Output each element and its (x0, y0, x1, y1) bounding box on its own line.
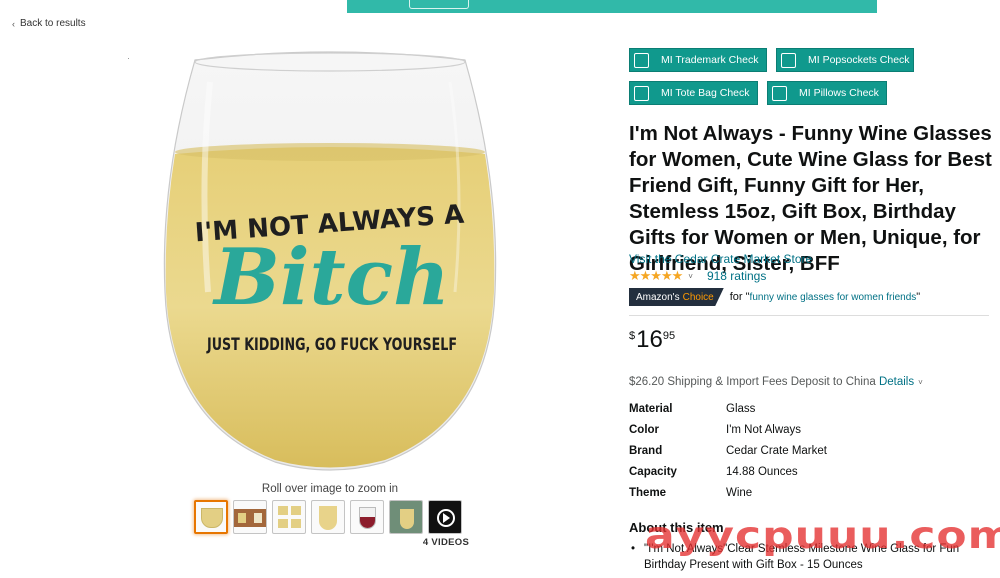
check-button-label: MI Trademark Check (661, 54, 759, 66)
shipping-info: $26.20 Shipping & Import Fees Deposit to… (629, 376, 923, 388)
glass-text-line3: JUST KIDDING, GO FUCK YOURSELF (206, 335, 457, 355)
main-product-image[interactable]: I'M NOT ALWAYS A Bitch JUST KIDDING, GO … (150, 42, 510, 482)
spec-key: Color (629, 423, 660, 436)
mi-trademark-check-button[interactable]: MI Trademark Check (629, 48, 767, 72)
mi-tote-bag-check-button[interactable]: MI Tote Bag Check (629, 81, 758, 105)
bullet-icon: • (631, 543, 636, 555)
price-fraction: 95 (662, 330, 676, 342)
spec-value: Glass (726, 402, 756, 415)
list-item: • "I'm Not Always"Clear Stemless Milesto… (629, 541, 994, 573)
mi-pillows-check-button[interactable]: MI Pillows Check (767, 81, 887, 105)
about-item-text: "I'm Not Always"Clear Stemless Milestone… (644, 543, 960, 571)
chevron-left-icon: ‹ (12, 18, 15, 29)
spec-row-theme: Theme Wine (629, 483, 827, 504)
spec-value: I'm Not Always (726, 423, 802, 436)
spec-value: Wine (726, 487, 753, 500)
amazons-choice-badge: Amazon's Choice (629, 288, 724, 306)
checkbox-icon (772, 85, 787, 101)
choice-for-prefix: for " (729, 291, 750, 303)
store-link[interactable]: Visit the Cedar Crate Market Store (629, 252, 812, 266)
thumbnail-4[interactable] (311, 500, 345, 534)
truck-icon (409, 0, 469, 9)
thumbnail-6[interactable] (389, 500, 423, 534)
shipping-text: $26.20 Shipping & Import Fees Deposit to… (629, 376, 879, 388)
checkbox-icon (781, 52, 796, 68)
chevron-down-icon[interactable]: ˅ (918, 378, 923, 387)
spec-row-color: Color I'm Not Always (629, 419, 827, 440)
videos-count-label: 4 VIDEOS (422, 537, 470, 548)
divider (629, 315, 989, 316)
spec-table: Material Glass Color I'm Not Always Brand C… (629, 398, 827, 504)
back-link-label: Back to results (20, 18, 86, 29)
choice-prefix: Amazon's (636, 291, 680, 303)
spec-row-material: Material Glass (629, 398, 827, 419)
chevron-down-icon[interactable]: ˅ (688, 272, 693, 281)
thumbnail-3[interactable] (272, 500, 306, 534)
thumbnail-5[interactable] (350, 500, 384, 534)
check-button-label: MI Popsockets Check (808, 54, 910, 66)
video-thumbnail[interactable] (428, 500, 462, 534)
spec-key: Theme (629, 487, 667, 500)
checkbox-icon (634, 85, 649, 101)
mi-popsockets-check-button[interactable]: MI Popsockets Check (776, 48, 914, 72)
spec-value: 14.88 Ounces (726, 466, 798, 479)
choice-word: Choice (682, 291, 714, 303)
spec-row-brand: Brand Cedar Crate Market (629, 440, 827, 461)
check-button-label: MI Pillows Check (799, 87, 879, 99)
ratings-count-link[interactable]: 918 ratings (707, 269, 766, 283)
choice-for-text: for "funny wine glasses for women friend… (730, 291, 920, 303)
shipping-details-link[interactable]: Details (879, 376, 914, 388)
thumbnail-strip (194, 500, 462, 534)
price-currency: $ (629, 330, 636, 342)
glass-text-line2: Bitch (212, 232, 450, 323)
check-button-label: MI Tote Bag Check (661, 87, 750, 99)
about-this-item-heading: About this item (629, 520, 724, 535)
spec-value: Cedar Crate Market (726, 444, 827, 457)
choice-close-quote: " (916, 291, 921, 303)
stray-dot (128, 58, 129, 59)
spec-row-capacity: Capacity 14.88 Ounces (629, 462, 827, 483)
about-list: • "I'm Not Always"Clear Stemless Milesto… (629, 541, 994, 573)
price: $ 16 95 (629, 327, 675, 353)
rating-row: ★★★★★ ˅ 918 ratings (629, 268, 766, 284)
spec-key: Material (629, 402, 673, 415)
choice-search-term-link[interactable]: funny wine glasses for women friends (750, 292, 917, 303)
wine-glass-image: I'M NOT ALWAYS A Bitch JUST KIDDING, GO … (163, 51, 497, 471)
checkbox-icon (634, 52, 649, 68)
zoom-hint: Roll over image to zoom in (261, 483, 399, 495)
spec-key: Capacity (629, 466, 677, 479)
thumbnail-2[interactable] (233, 500, 267, 534)
thumbnail-1[interactable] (194, 500, 228, 534)
star-rating-icon[interactable]: ★★★★★ (629, 268, 683, 284)
back-to-results-link[interactable]: ‹ Back to results (12, 18, 86, 29)
amazons-choice-row: Amazon's Choice for "funny wine glasses f… (629, 288, 920, 306)
spec-key: Brand (629, 444, 663, 457)
top-banner (347, 0, 877, 13)
price-whole: 16 (636, 326, 663, 353)
